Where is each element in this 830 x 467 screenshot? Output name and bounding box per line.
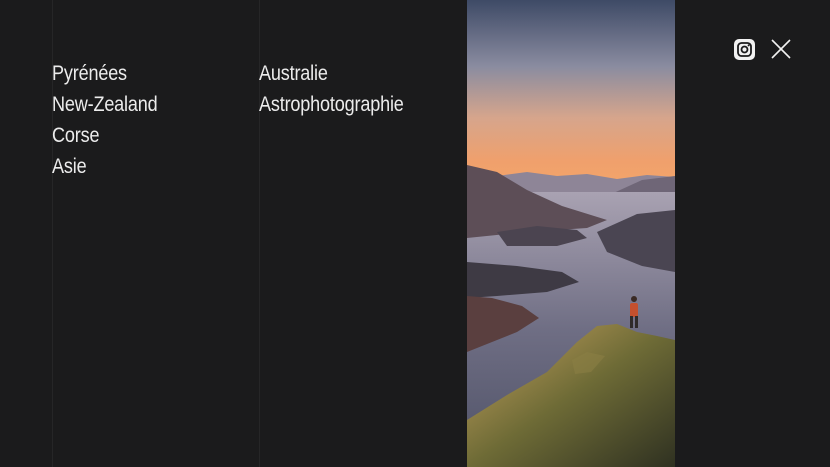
menu-link-australie[interactable]: Australie xyxy=(259,58,404,89)
menu-link-corse[interactable]: Corse xyxy=(52,120,158,151)
menu-link-asie[interactable]: Asie xyxy=(52,151,158,182)
menu-link-pyrenees[interactable]: Pyrénées xyxy=(52,58,158,89)
instagram-icon[interactable] xyxy=(734,39,755,60)
menu-column-2: Australie Astrophotographie xyxy=(259,58,427,120)
featured-landscape-photo xyxy=(467,0,675,467)
menu-link-new-zealand[interactable]: New-Zealand xyxy=(52,89,158,120)
close-icon[interactable] xyxy=(770,38,792,60)
menu-column-1: Pyrénées New-Zealand Corse Asie xyxy=(52,58,175,182)
menu-link-astrophotographie[interactable]: Astrophotographie xyxy=(259,89,404,120)
